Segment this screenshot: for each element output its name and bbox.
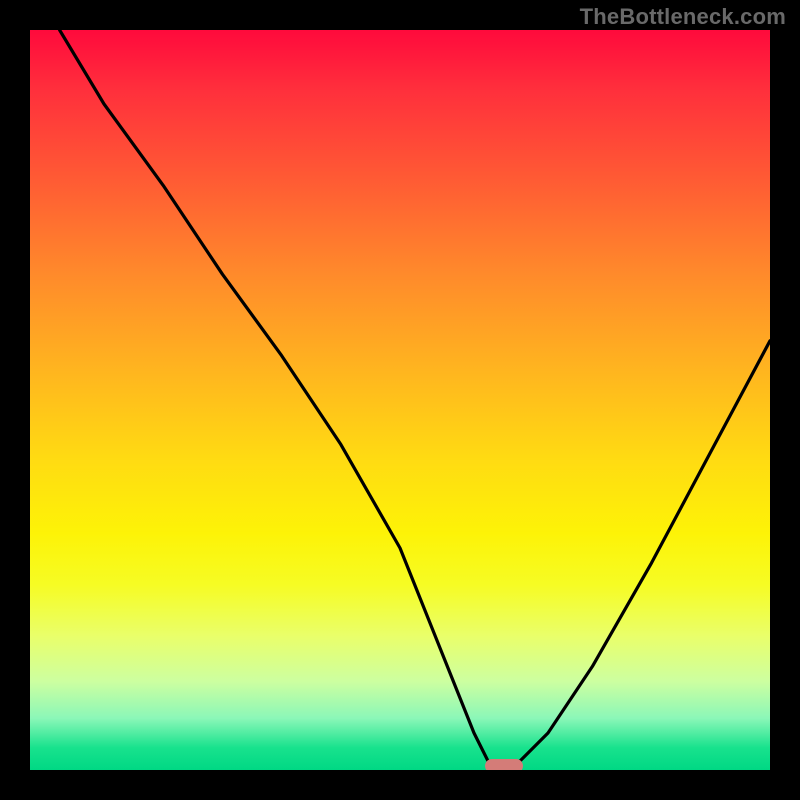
optimal-marker bbox=[485, 759, 523, 770]
bottleneck-curve bbox=[30, 30, 770, 770]
plot-area bbox=[30, 30, 770, 770]
watermark-text: TheBottleneck.com bbox=[580, 4, 786, 30]
chart-frame: TheBottleneck.com bbox=[0, 0, 800, 800]
